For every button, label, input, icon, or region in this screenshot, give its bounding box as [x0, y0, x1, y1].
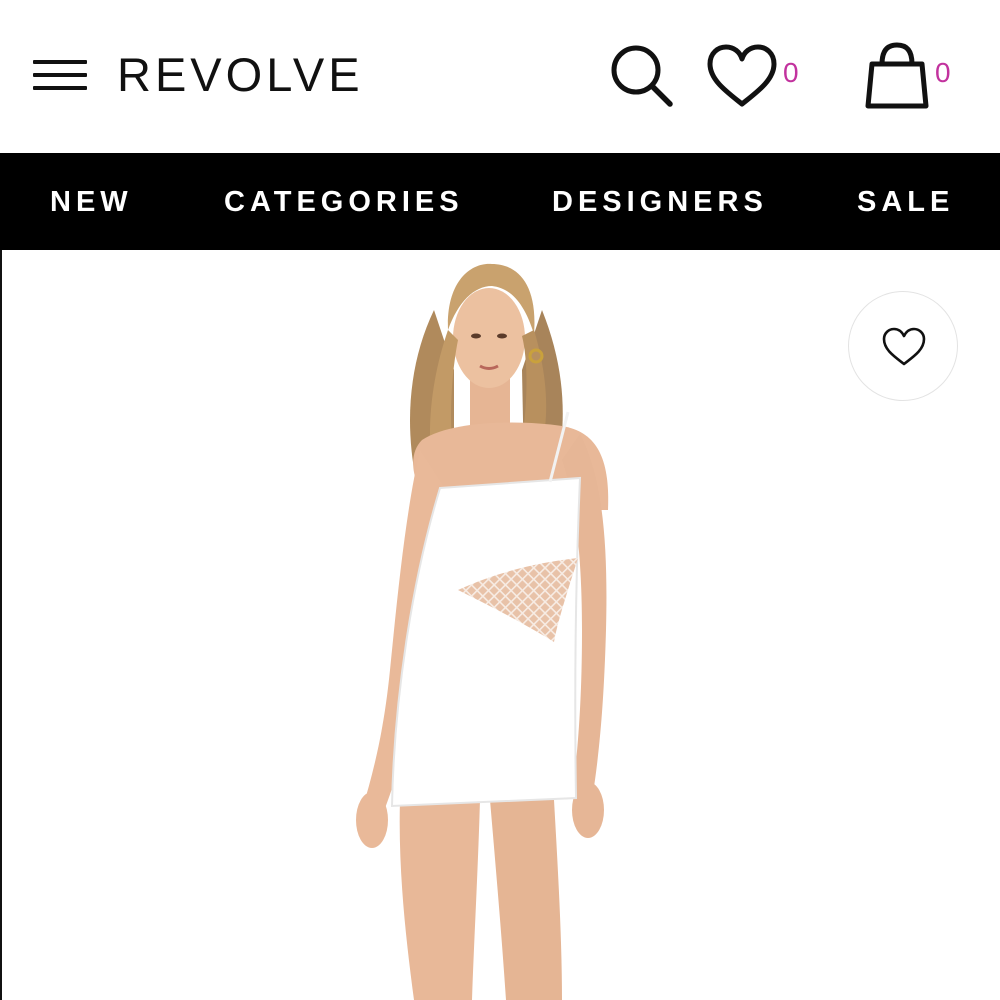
nav-item-sale[interactable]: SALE — [857, 185, 954, 219]
search-icon[interactable] — [606, 40, 678, 112]
brand-logo[interactable]: REVOLVE — [117, 47, 364, 103]
shopping-bag-icon[interactable] — [862, 40, 932, 112]
heart-outline-icon — [882, 327, 926, 366]
site-header: REVOLVE 0 0 — [0, 0, 1000, 153]
wishlist-count-badge: 0 — [783, 57, 799, 88]
hamburger-menu-icon[interactable] — [33, 58, 87, 94]
favorite-button[interactable] — [848, 291, 958, 401]
bag-count-badge: 0 — [935, 57, 951, 88]
nav-item-designers[interactable]: DESIGNERS — [552, 185, 768, 219]
main-nav-bar: NEW CATEGORIES DESIGNERS SALE — [0, 153, 1000, 250]
nav-item-new[interactable]: NEW — [50, 185, 133, 219]
nav-item-categories[interactable]: CATEGORIES — [224, 185, 464, 219]
wishlist-heart-icon[interactable] — [705, 42, 780, 112]
